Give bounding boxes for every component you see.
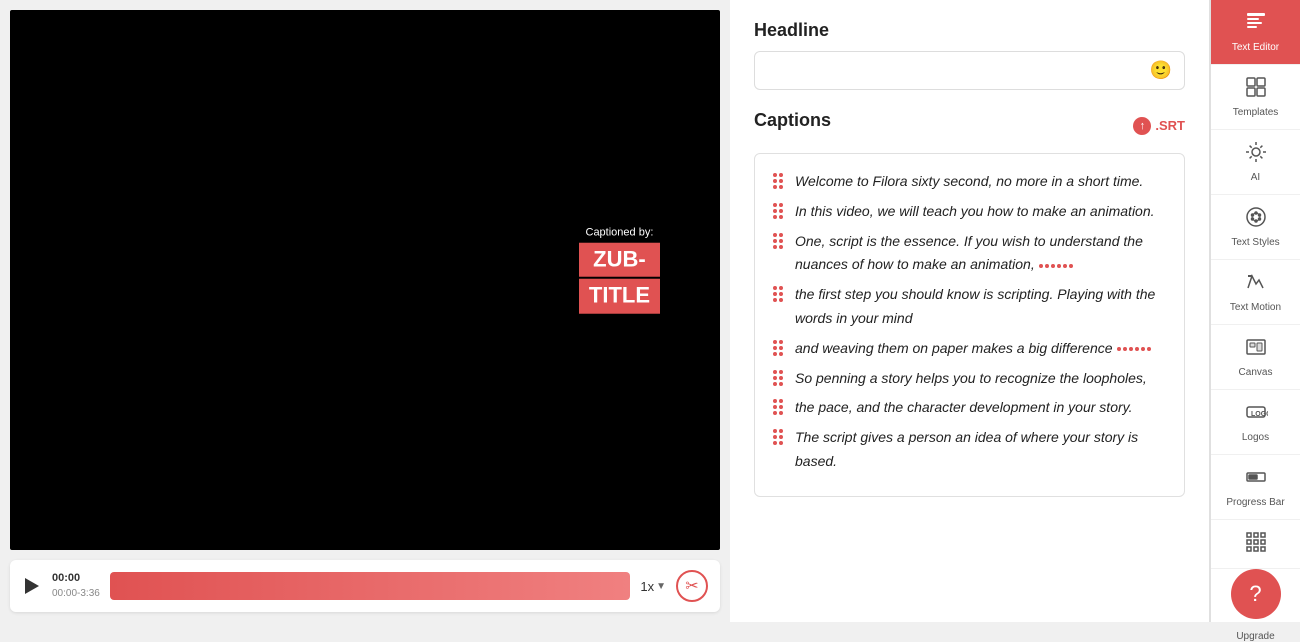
- drag-handle-icon: [773, 340, 787, 356]
- caption-row[interactable]: So penning a story helps you to recogniz…: [773, 367, 1166, 391]
- speed-chevron-icon: ▼: [656, 581, 666, 592]
- progress-bar[interactable]: [110, 572, 631, 600]
- caption-text: The script gives a person an idea of whe…: [795, 426, 1166, 474]
- caption-text: Welcome to Filora sixty second, no more …: [795, 170, 1166, 194]
- srt-upload-icon: ↑: [1133, 117, 1151, 135]
- caption-row[interactable]: the first step you should know is script…: [773, 283, 1166, 331]
- video-preview: Captioned by: ZUB- TITLE: [10, 10, 720, 550]
- upgrade-icon: ?: [1249, 581, 1261, 607]
- play-button[interactable]: [22, 576, 42, 596]
- captions-header: Captions ↑ .SRT: [754, 110, 1185, 141]
- right-sidebar: Text Editor Templates AI: [1210, 0, 1300, 622]
- text-motion-icon: [1244, 270, 1268, 298]
- inline-drag-icon: [1117, 347, 1151, 351]
- play-icon: [25, 578, 39, 594]
- caption-text: and weaving them on paper makes a big di…: [795, 337, 1166, 361]
- sidebar-item-text-styles[interactable]: Text Styles: [1211, 195, 1300, 260]
- progress-bar-label: Progress Bar: [1226, 497, 1284, 509]
- captions-area: Welcome to Filora sixty second, no more …: [754, 153, 1185, 497]
- caption-line1: ZUB-: [579, 243, 660, 277]
- text-styles-label: Text Styles: [1231, 237, 1279, 249]
- text-editor-label: Text Editor: [1232, 42, 1279, 54]
- timeline-controls: 00:00 00:00-3:36 1x ▼ ✂: [10, 560, 720, 612]
- sidebar-item-text-motion[interactable]: Text Motion: [1211, 260, 1300, 325]
- caption-text: So penning a story helps you to recogniz…: [795, 367, 1166, 391]
- canvas-icon: [1244, 335, 1268, 363]
- drag-handle-icon: [773, 233, 787, 249]
- drag-handle-icon: [773, 399, 787, 415]
- drag-handle-icon: [773, 286, 787, 302]
- more-icon: [1244, 530, 1268, 558]
- srt-label: .SRT: [1155, 118, 1185, 133]
- speed-control[interactable]: 1x ▼: [640, 579, 666, 594]
- caption-row[interactable]: the pace, and the character development …: [773, 396, 1166, 420]
- sidebar-item-more[interactable]: [1211, 520, 1300, 569]
- text-editor-icon: [1244, 10, 1268, 38]
- svg-text:LOGO: LOGO: [1251, 411, 1268, 418]
- text-styles-icon: [1244, 205, 1268, 233]
- text-motion-label: Text Motion: [1230, 302, 1281, 314]
- time-display: 00:00 00:00-3:36: [52, 571, 100, 600]
- speed-value: 1x: [640, 579, 654, 594]
- progress-bar-icon: [1244, 465, 1268, 493]
- text-editor-panel: Headline 🙂 Captions ↑ .SRT Welcome to Fi…: [730, 0, 1210, 622]
- ai-icon: [1244, 140, 1268, 168]
- editor-content: Headline 🙂 Captions ↑ .SRT Welcome to Fi…: [730, 0, 1209, 622]
- drag-handle-icon: [773, 203, 787, 219]
- caption-text: the first step you should know is script…: [795, 283, 1166, 331]
- templates-label: Templates: [1233, 107, 1279, 119]
- sidebar-item-text-editor[interactable]: Text Editor: [1211, 0, 1300, 65]
- upgrade-label: Upgrade: [1236, 631, 1274, 642]
- headline-input-row[interactable]: 🙂: [754, 51, 1185, 90]
- caption-text: the pace, and the character development …: [795, 396, 1166, 420]
- ai-label: AI: [1251, 172, 1260, 184]
- headline-input[interactable]: [767, 63, 1150, 79]
- sidebar-item-ai[interactable]: AI: [1211, 130, 1300, 195]
- caption-overlay: Captioned by: ZUB- TITLE: [579, 227, 660, 316]
- left-panel: Captioned by: ZUB- TITLE 00:00 00:00-3:3…: [0, 0, 730, 622]
- scissors-button[interactable]: ✂: [676, 570, 708, 602]
- caption-row[interactable]: Welcome to Filora sixty second, no more …: [773, 170, 1166, 194]
- captioned-by-label: Captioned by:: [579, 227, 660, 239]
- upgrade-button[interactable]: ?: [1231, 569, 1281, 619]
- drag-handle-icon: [773, 173, 787, 189]
- caption-text: One, script is the essence. If you wish …: [795, 230, 1166, 278]
- captions-section-title: Captions: [754, 110, 831, 131]
- caption-row[interactable]: The script gives a person an idea of whe…: [773, 426, 1166, 474]
- caption-row[interactable]: In this video, we will teach you how to …: [773, 200, 1166, 224]
- caption-row[interactable]: One, script is the essence. If you wish …: [773, 230, 1166, 278]
- sidebar-item-logos[interactable]: LOGO Logos: [1211, 390, 1300, 455]
- sidebar-item-progress-bar[interactable]: Progress Bar: [1211, 455, 1300, 520]
- caption-text: In this video, we will teach you how to …: [795, 200, 1166, 224]
- total-time: 00:00-3:36: [52, 587, 100, 601]
- caption-line2: TITLE: [579, 279, 660, 313]
- drag-handle-icon: [773, 370, 787, 386]
- logos-icon: LOGO: [1244, 400, 1268, 428]
- drag-handle-icon: [773, 429, 787, 445]
- sidebar-item-templates[interactable]: Templates: [1211, 65, 1300, 130]
- sidebar-item-canvas[interactable]: Canvas: [1211, 325, 1300, 390]
- scissors-icon: ✂: [685, 576, 698, 596]
- templates-icon: [1244, 75, 1268, 103]
- srt-upload-button[interactable]: ↑ .SRT: [1133, 117, 1185, 135]
- headline-section-title: Headline: [754, 20, 1185, 41]
- emoji-picker-icon[interactable]: 🙂: [1150, 60, 1172, 81]
- canvas-label: Canvas: [1239, 367, 1273, 379]
- inline-drag-icon: [1039, 264, 1073, 268]
- current-time: 00:00: [52, 571, 100, 586]
- caption-row[interactable]: and weaving them on paper makes a big di…: [773, 337, 1166, 361]
- logos-label: Logos: [1242, 432, 1269, 444]
